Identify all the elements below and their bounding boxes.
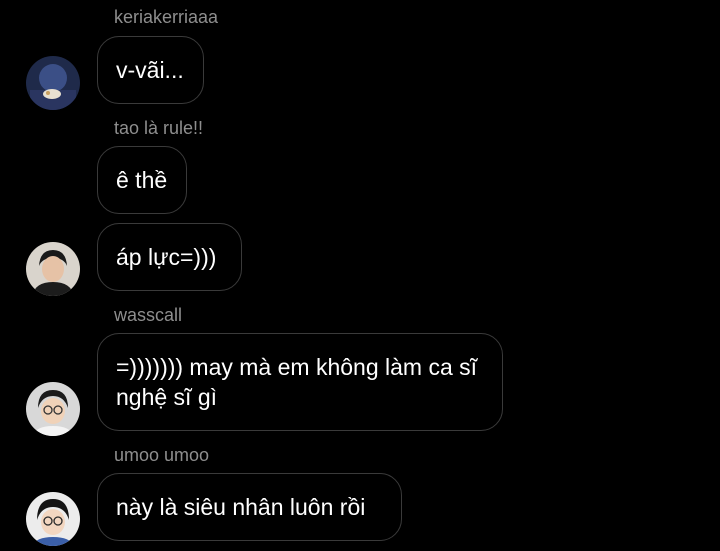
sender-name: wasscall — [114, 305, 183, 325]
message-bubble[interactable]: ê thề — [97, 146, 187, 214]
message-text: ê thề — [116, 167, 168, 193]
chat-thread: keriakerriaaa v-vãi... tao là rule!! ê t… — [0, 0, 720, 551]
avatar[interactable] — [26, 382, 80, 436]
message-text: v-vãi... — [116, 57, 184, 83]
message-text: áp lực=))) — [116, 244, 217, 270]
avatar[interactable] — [26, 492, 80, 546]
message-bubble[interactable]: áp lực=))) — [97, 223, 242, 291]
message-bubble[interactable]: v-vãi... — [97, 36, 204, 104]
sender-name: keriakerriaaa — [114, 7, 219, 27]
avatar[interactable] — [26, 242, 80, 296]
message-bubble[interactable]: =))))))) may mà em không làm ca sĩ nghệ … — [97, 333, 503, 431]
sender-name: tao là rule!! — [114, 118, 204, 138]
message-bubble[interactable]: này là siêu nhân luôn rồi — [97, 473, 402, 541]
sender-name: umoo umoo — [114, 445, 210, 465]
message-text: này là siêu nhân luôn rồi — [116, 494, 366, 520]
message-text: =))))))) may mà em không làm ca sĩ nghệ … — [116, 354, 478, 410]
avatar[interactable] — [26, 56, 80, 110]
